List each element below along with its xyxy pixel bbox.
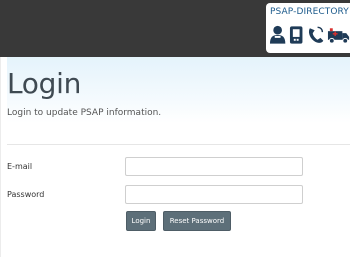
phone-icon [290, 25, 303, 44]
psap-directory-logo[interactable]: PSAP-DIRECTORY [266, 3, 350, 53]
email-field[interactable] [125, 157, 303, 176]
password-field[interactable] [125, 185, 303, 204]
reset-password-button[interactable]: Reset Password [163, 211, 231, 231]
top-header-bar: PSAP-DIRECTORY [0, 0, 350, 57]
email-label: E-mail [7, 162, 33, 171]
page-title: Login [7, 67, 82, 100]
password-label: Password [7, 190, 45, 199]
ambulance-icon [327, 27, 350, 44]
page-hero: Login Login to update PSAP information. [7, 57, 350, 123]
page-subtitle: Login to update PSAP information. [7, 108, 162, 118]
form-divider [7, 144, 350, 145]
person-icon [269, 25, 286, 44]
logo-text: PSAP-DIRECTORY [270, 7, 349, 17]
telephone-icon [308, 26, 324, 43]
login-button[interactable]: Login [126, 211, 156, 231]
content-left-border [0, 57, 1, 257]
logo-icon-row [269, 22, 350, 47]
